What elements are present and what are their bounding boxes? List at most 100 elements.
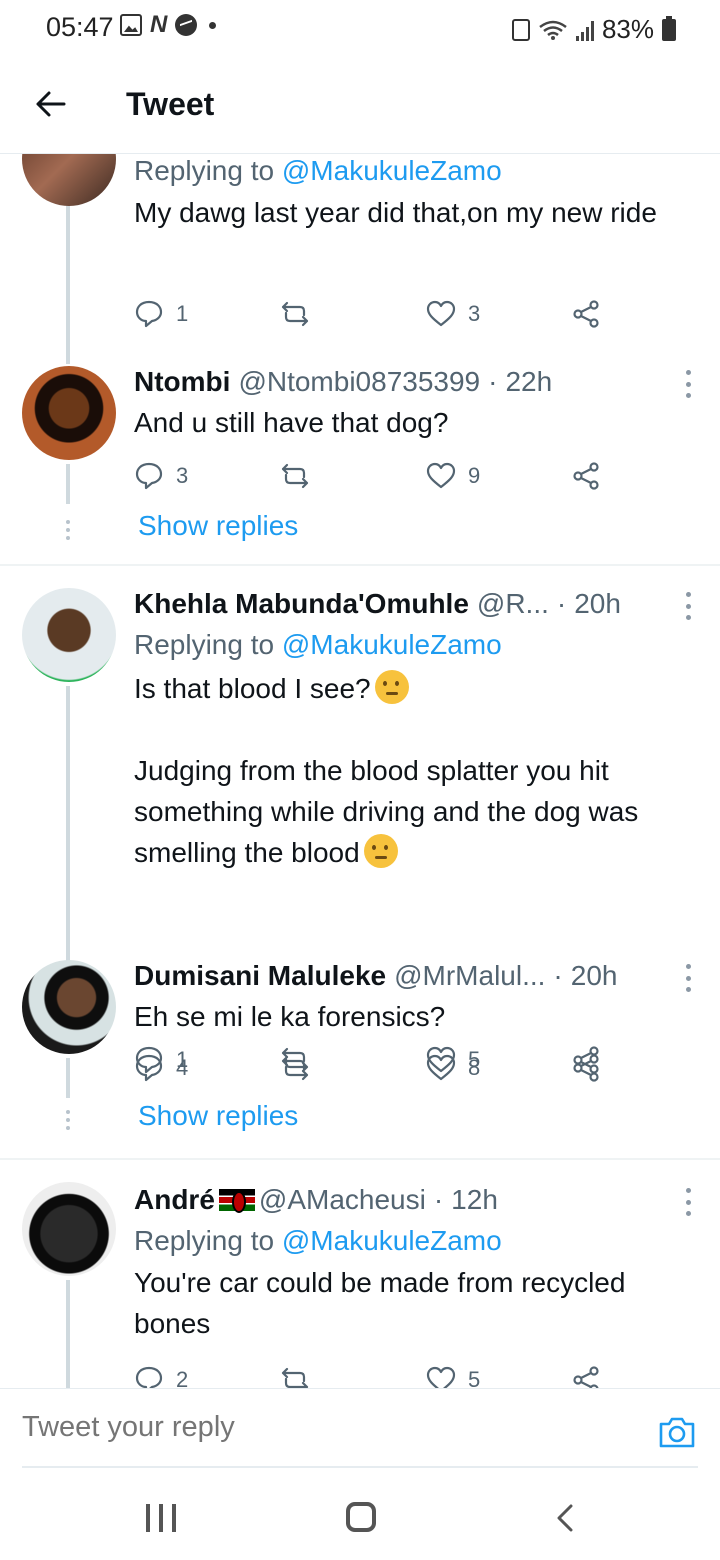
thread-continuation-dots (66, 520, 70, 540)
replying-to-handle[interactable]: @MakukuleZamo (282, 155, 502, 186)
tweet-item[interactable]: Ntombi @Ntombi08735399 · 22h And u still… (0, 360, 720, 560)
author-handle[interactable]: @AMacheusi (259, 1184, 426, 1216)
replying-to: Replying to @MakukuleZamo (134, 155, 502, 186)
tweet-meta: Ntombi @Ntombi08735399 · 22h (134, 366, 553, 398)
tweet-meta: Dumisani Maluleke @MrMalul... · 20h (134, 960, 618, 992)
more-options-icon[interactable] (678, 592, 698, 620)
tweet-text: Eh se mi le ka forensics? (134, 1001, 446, 1032)
more-options-icon[interactable] (678, 964, 698, 992)
retweet-icon (281, 1055, 309, 1081)
more-notifications-icon (209, 21, 217, 29)
reply-count: 2 (176, 1367, 189, 1388)
status-time: 05:47 (46, 12, 114, 42)
camera-icon[interactable] (658, 1415, 696, 1449)
reply-button[interactable]: 3 (134, 461, 188, 491)
author-name[interactable]: Dumisani Maluleke (134, 960, 386, 992)
avatar[interactable] (22, 1182, 116, 1276)
tweet-meta: André @AMacheusi · 12h (134, 1184, 498, 1216)
like-button[interactable]: 3 (426, 299, 480, 329)
reply-count: 4 (176, 1055, 189, 1080)
replying-to-handle[interactable]: @MakukuleZamo (282, 629, 502, 660)
system-navigation-bar (0, 1470, 720, 1560)
system-icons: 83% (511, 14, 676, 45)
retweet-button[interactable] (280, 299, 310, 329)
more-options-icon[interactable] (678, 1188, 698, 1216)
author-handle[interactable]: @Ntombi08735399 (238, 366, 480, 398)
like-count: 3 (468, 301, 481, 326)
retweet-button[interactable] (280, 1365, 310, 1388)
retweet-button[interactable] (280, 1053, 310, 1083)
thread-line (66, 200, 70, 364)
retweet-button[interactable] (280, 461, 310, 491)
tweet-item[interactable]: Replying to @MakukuleZamo My dawg last y… (0, 154, 720, 364)
like-count: 5 (468, 1367, 481, 1388)
page-title: Tweet (126, 86, 215, 122)
reply-icon (135, 300, 163, 328)
author-name[interactable]: Khehla Mabunda'Omuhle (134, 588, 469, 620)
status-bar: 05:47 N 83% (0, 0, 720, 58)
tweet-time: 20h (574, 588, 621, 619)
reply-count: 3 (176, 463, 189, 488)
author-handle[interactable]: @R... (477, 588, 549, 620)
reply-button[interactable]: 2 (134, 1365, 188, 1388)
like-count: 9 (468, 463, 481, 488)
replying-to-handle[interactable]: @MakukuleZamo (282, 1225, 502, 1256)
reply-button[interactable]: 1 (134, 299, 188, 329)
avatar[interactable] (22, 154, 116, 206)
divider (0, 564, 720, 566)
like-button[interactable]: 9 (426, 461, 480, 491)
show-replies-link[interactable]: Show replies (138, 1100, 298, 1132)
like-button[interactable]: 5 (426, 1365, 480, 1388)
back-arrow-icon[interactable] (34, 88, 66, 120)
thread-line (66, 686, 70, 952)
show-replies-link[interactable]: Show replies (138, 510, 298, 542)
author-name[interactable]: Ntombi (134, 366, 230, 398)
tweet-text: My dawg last year did that,on my new rid… (134, 197, 657, 228)
avatar[interactable] (22, 960, 116, 1054)
share-button[interactable] (572, 1365, 602, 1388)
recent-apps-icon[interactable] (146, 1504, 176, 1532)
share-button[interactable] (572, 1053, 602, 1083)
like-count: 8 (468, 1055, 481, 1080)
reply-thread[interactable]: Replying to @MakukuleZamo My dawg last y… (0, 154, 720, 1388)
share-button[interactable] (572, 461, 602, 491)
messenger-icon (175, 14, 198, 36)
thread-continuation-dots (66, 1110, 70, 1130)
author-name[interactable]: André (134, 1184, 215, 1216)
thread-line (66, 1280, 70, 1388)
heart-icon (426, 1054, 456, 1081)
thread-line (66, 1058, 70, 1098)
reply-input[interactable] (22, 1411, 622, 1444)
reply-button[interactable]: 4 (134, 1053, 188, 1083)
share-button[interactable] (572, 299, 602, 329)
tweet-time: 22h (505, 366, 553, 397)
avatar[interactable] (22, 366, 116, 460)
tweet-item[interactable]: André @AMacheusi · 12h Replying to @Maku… (0, 1178, 720, 1388)
tweet-item[interactable]: Dumisani Maluleke @MrMalul... · 20h Eh s… (0, 950, 720, 1154)
home-icon[interactable] (346, 1502, 376, 1532)
monocle-emoji-icon (363, 834, 398, 868)
tweet-item[interactable]: Khehla Mabunda'Omuhle @R... · 20h Replyi… (0, 582, 720, 1074)
retweet-icon (281, 1367, 309, 1388)
divider (0, 1158, 720, 1160)
share-icon (573, 300, 599, 328)
kenya-flag-icon (218, 1189, 255, 1213)
secure-folder-icon (511, 18, 530, 41)
reply-composer (0, 1388, 720, 1468)
tweet-meta: Khehla Mabunda'Omuhle @R... · 20h (134, 588, 621, 620)
avatar[interactable] (22, 588, 116, 682)
share-icon (573, 1054, 599, 1082)
tweet-actions: 3 9 (134, 456, 604, 496)
tweet-text-line: Is that blood I see? (134, 668, 690, 709)
gallery-notification-icon (120, 14, 142, 36)
n-notification-icon: N (150, 11, 168, 38)
more-options-icon[interactable] (678, 370, 698, 398)
reply-icon (135, 1054, 163, 1082)
tweet-body: André @AMacheusi · 12h Replying to @Maku… (134, 1180, 690, 1344)
nav-back-icon[interactable] (554, 1504, 576, 1532)
author-handle[interactable]: @MrMalul... (394, 960, 545, 992)
reply-icon (135, 1366, 163, 1388)
notification-icons: N (120, 11, 217, 38)
like-button[interactable]: 8 (426, 1053, 480, 1083)
tweet-body: Ntombi @Ntombi08735399 · 22h And u still… (134, 362, 690, 443)
